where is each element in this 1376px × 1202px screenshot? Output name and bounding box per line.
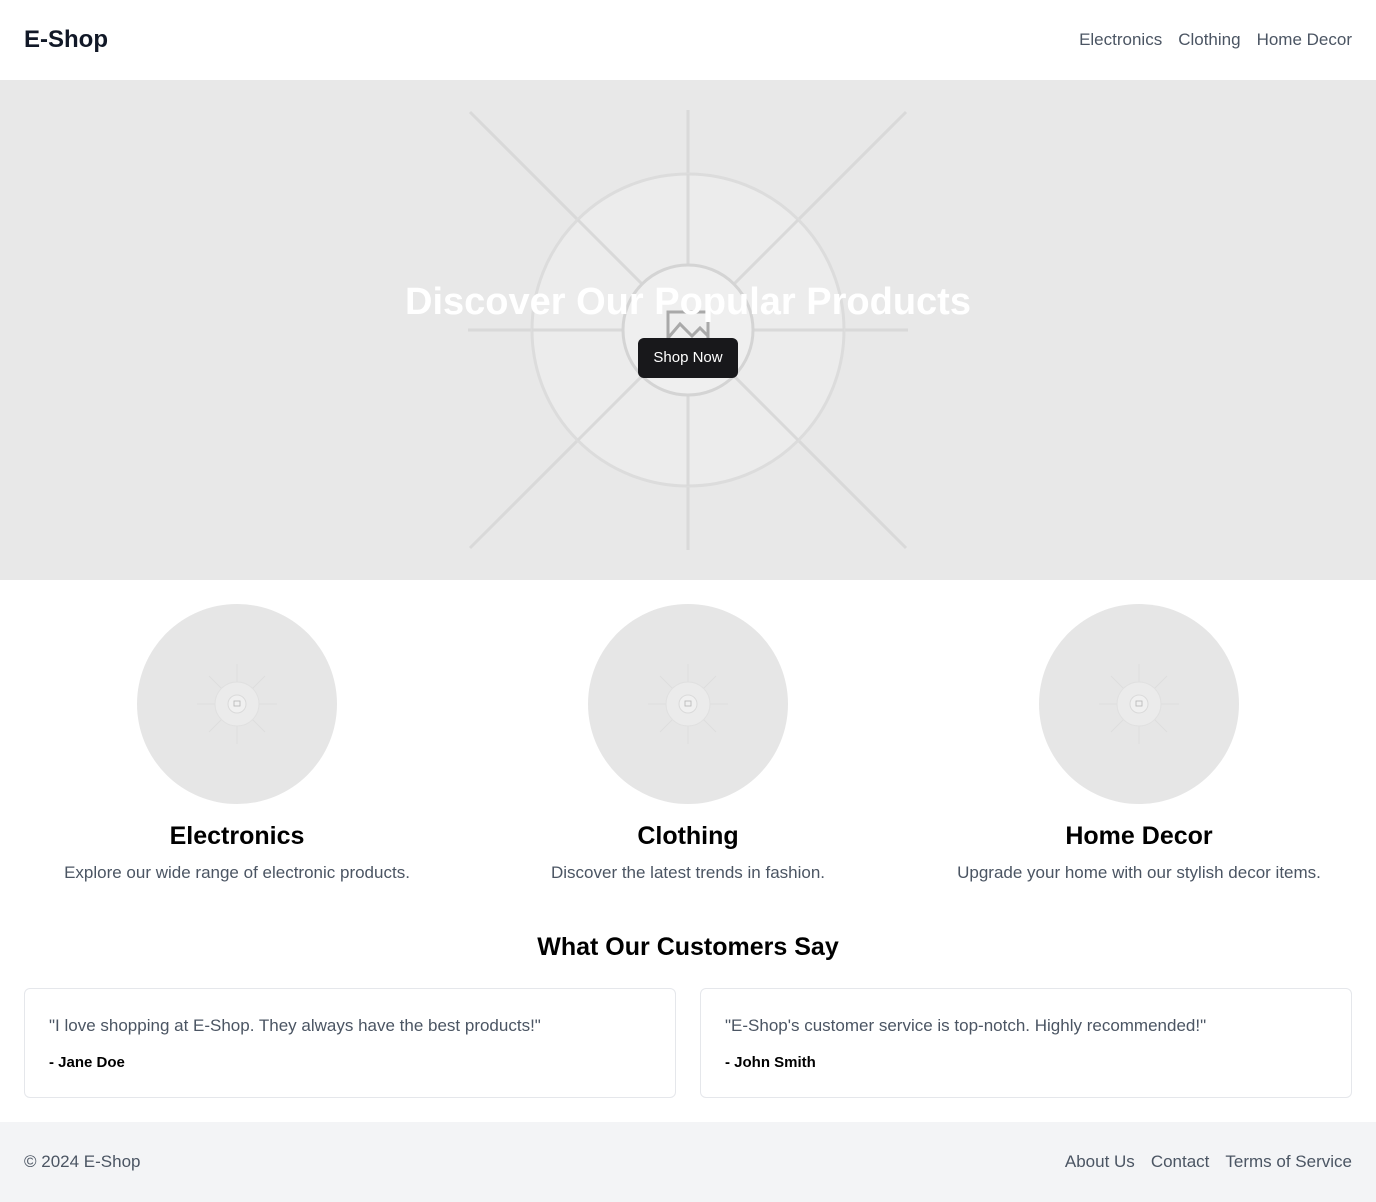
category-title: Electronics xyxy=(169,822,305,850)
copyright-text: © 2024 E-Shop xyxy=(24,1152,141,1171)
category-image-placeholder xyxy=(588,604,788,804)
category-title: Clothing xyxy=(637,822,739,850)
shop-now-button[interactable]: Shop Now xyxy=(638,338,738,378)
hero-banner: Discover Our Popular Products Shop Now xyxy=(0,80,1376,580)
hero-image-placeholder xyxy=(468,110,908,550)
category-description: Upgrade your home with our stylish decor… xyxy=(957,863,1321,882)
footer-nav: About Us Contact Terms of Service xyxy=(1065,1150,1352,1174)
footer-link-contact[interactable]: Contact xyxy=(1151,1150,1210,1174)
category-image-placeholder xyxy=(1039,604,1239,804)
category-description: Discover the latest trends in fashion. xyxy=(550,863,826,882)
testimonial-quote: "E-Shop's customer service is top-notch.… xyxy=(725,1016,1207,1035)
testimonial-author: - John Smith xyxy=(725,1054,816,1071)
nav-link-clothing[interactable]: Clothing xyxy=(1178,28,1240,52)
category-title: Home Decor xyxy=(1065,822,1213,850)
testimonials-heading: What Our Customers Say xyxy=(537,933,839,961)
main-nav: Electronics Clothing Home Decor xyxy=(1079,28,1352,52)
testimonial-author: - Jane Doe xyxy=(49,1054,125,1071)
site-footer: © 2024 E-Shop About Us Contact Terms of … xyxy=(0,1122,1376,1202)
testimonial-quote: "I love shopping at E-Shop. They always … xyxy=(49,1016,541,1035)
nav-link-home-decor[interactable]: Home Decor xyxy=(1257,28,1352,52)
site-header: E-Shop Electronics Clothing Home Decor xyxy=(0,0,1376,80)
footer-link-about-us[interactable]: About Us xyxy=(1065,1150,1135,1174)
site-logo[interactable]: E-Shop xyxy=(24,24,108,56)
category-image-placeholder xyxy=(137,604,337,804)
hero-title: Discover Our Popular Products xyxy=(405,281,971,323)
nav-link-electronics[interactable]: Electronics xyxy=(1079,28,1162,52)
category-description: Explore our wide range of electronic pro… xyxy=(64,863,410,882)
footer-link-terms[interactable]: Terms of Service xyxy=(1225,1150,1352,1174)
testimonial-card: "E-Shop's customer service is top-notch.… xyxy=(700,988,1352,1098)
testimonial-card: "I love shopping at E-Shop. They always … xyxy=(24,988,676,1098)
